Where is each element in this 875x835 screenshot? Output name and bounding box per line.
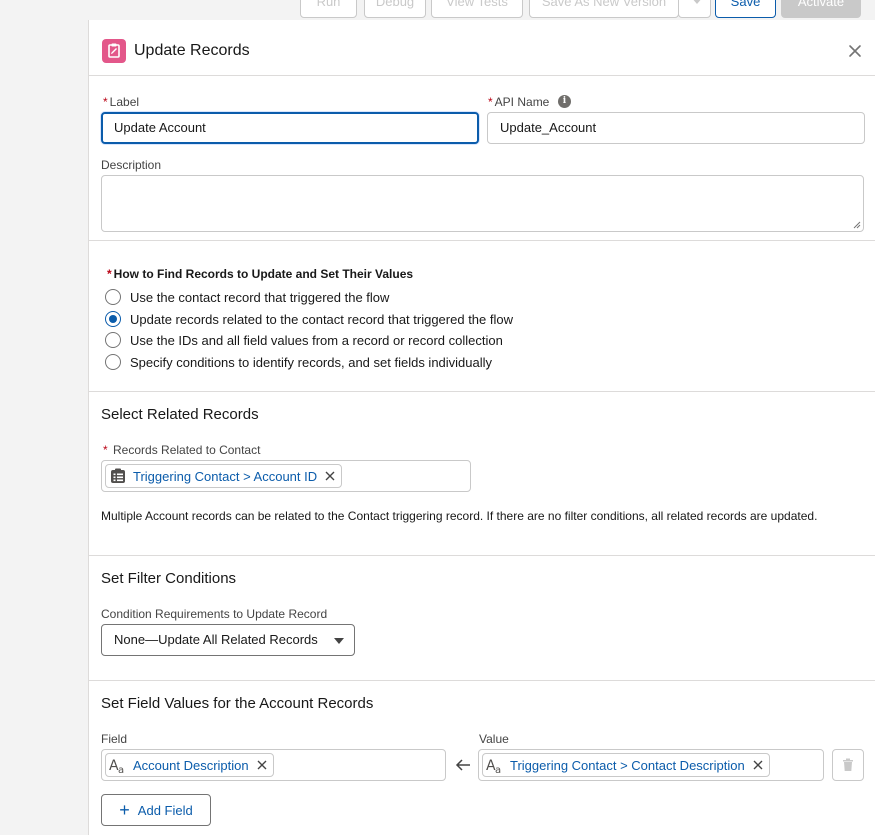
label-input[interactable]: Update Account bbox=[101, 112, 479, 144]
set-field-values-title: Set Field Values for the Account Records bbox=[101, 695, 374, 712]
chevron-down-icon bbox=[691, 0, 703, 4]
section-divider bbox=[89, 391, 875, 392]
svg-text:a: a bbox=[495, 765, 501, 775]
related-records-help-text: Multiple Account records can be related … bbox=[101, 509, 818, 523]
panel-title: Update Records bbox=[134, 42, 250, 59]
set-filter-conditions-title: Set Filter Conditions bbox=[101, 570, 237, 587]
section-divider bbox=[89, 680, 875, 681]
radio-option-related-records[interactable]: Update records related to the contact re… bbox=[105, 310, 513, 328]
add-field-button[interactable]: + Add Field bbox=[101, 794, 211, 826]
view-tests-button[interactable]: View Tests bbox=[431, 0, 523, 18]
radio-button-selected[interactable] bbox=[105, 311, 121, 327]
canvas-background bbox=[0, 0, 88, 835]
remove-icon[interactable] bbox=[257, 760, 267, 770]
update-records-panel: Update Records * Label Update Account * AP… bbox=[88, 20, 875, 835]
api-name-input[interactable]: Update_Account bbox=[487, 112, 865, 144]
panel-header: Update Records bbox=[89, 20, 875, 76]
trash-icon bbox=[843, 758, 853, 771]
plus-icon: + bbox=[119, 800, 130, 820]
text-field-icon: A a bbox=[486, 758, 501, 775]
save-button[interactable]: Save bbox=[715, 0, 776, 18]
condition-requirements-select[interactable]: None—Update All Related Records bbox=[101, 624, 355, 656]
resize-grip-icon[interactable] bbox=[853, 221, 861, 229]
flow-toolbar: Run Debug View Tests Save As New Version… bbox=[88, 0, 875, 20]
field-pill[interactable]: A a Account Description bbox=[105, 753, 274, 777]
run-button[interactable]: Run bbox=[300, 0, 357, 18]
select-related-records-title: Select Related Records bbox=[101, 406, 259, 423]
value-input[interactable]: A a Triggering Contact > Contact Descrip… bbox=[478, 749, 824, 781]
value-caption: Value bbox=[479, 732, 509, 746]
field-input[interactable]: A a Account Description bbox=[101, 749, 446, 781]
api-name-caption: * API Name bbox=[488, 95, 550, 109]
radio-option-record-collection[interactable]: Use the IDs and all field values from a … bbox=[105, 331, 503, 349]
description-caption: Description bbox=[101, 158, 162, 172]
save-options-dropdown[interactable] bbox=[678, 0, 711, 18]
label-field-caption: * Label bbox=[103, 95, 140, 109]
pill-label: Triggering Contact > Account ID bbox=[133, 468, 318, 484]
pill-label: Account Description bbox=[133, 757, 249, 773]
record-icon bbox=[111, 468, 125, 483]
select-value: None—Update All Related Records bbox=[114, 632, 318, 647]
section-divider bbox=[89, 240, 875, 241]
radio-button[interactable] bbox=[105, 332, 121, 348]
radio-option-specify-conditions[interactable]: Specify conditions to identify records, … bbox=[105, 353, 492, 371]
section-divider bbox=[89, 555, 875, 556]
svg-text:a: a bbox=[118, 765, 124, 775]
chevron-down-icon bbox=[334, 638, 344, 644]
records-related-input[interactable]: Triggering Contact > Account ID bbox=[101, 460, 471, 492]
update-records-icon bbox=[102, 39, 126, 63]
records-related-caption: * Records Related to Contact bbox=[103, 443, 261, 457]
arrow-left-icon bbox=[455, 759, 470, 771]
activate-button[interactable]: Activate bbox=[781, 0, 861, 18]
pill-label: Triggering Contact > Contact Description bbox=[510, 757, 745, 773]
delete-row-button[interactable] bbox=[832, 749, 864, 781]
radio-option-triggering-record[interactable]: Use the contact record that triggered th… bbox=[105, 288, 389, 306]
radio-button[interactable] bbox=[105, 289, 121, 305]
how-to-find-title: * How to Find Records to Update and Set T… bbox=[107, 267, 414, 281]
remove-icon[interactable] bbox=[325, 471, 335, 481]
text-field-icon: A a bbox=[109, 758, 124, 775]
debug-button[interactable]: Debug bbox=[364, 0, 426, 18]
close-icon[interactable] bbox=[848, 44, 862, 58]
radio-button[interactable] bbox=[105, 354, 121, 370]
condition-requirements-caption: Condition Requirements to Update Record bbox=[101, 607, 328, 621]
info-icon[interactable]: i bbox=[558, 95, 571, 108]
description-textarea[interactable] bbox=[101, 175, 864, 232]
resource-pill[interactable]: Triggering Contact > Account ID bbox=[105, 464, 343, 488]
save-as-new-version-button[interactable]: Save As New Version bbox=[529, 0, 679, 18]
remove-icon[interactable] bbox=[753, 760, 763, 770]
value-pill[interactable]: A a Triggering Contact > Contact Descrip… bbox=[482, 753, 770, 777]
field-caption: Field bbox=[101, 732, 128, 746]
